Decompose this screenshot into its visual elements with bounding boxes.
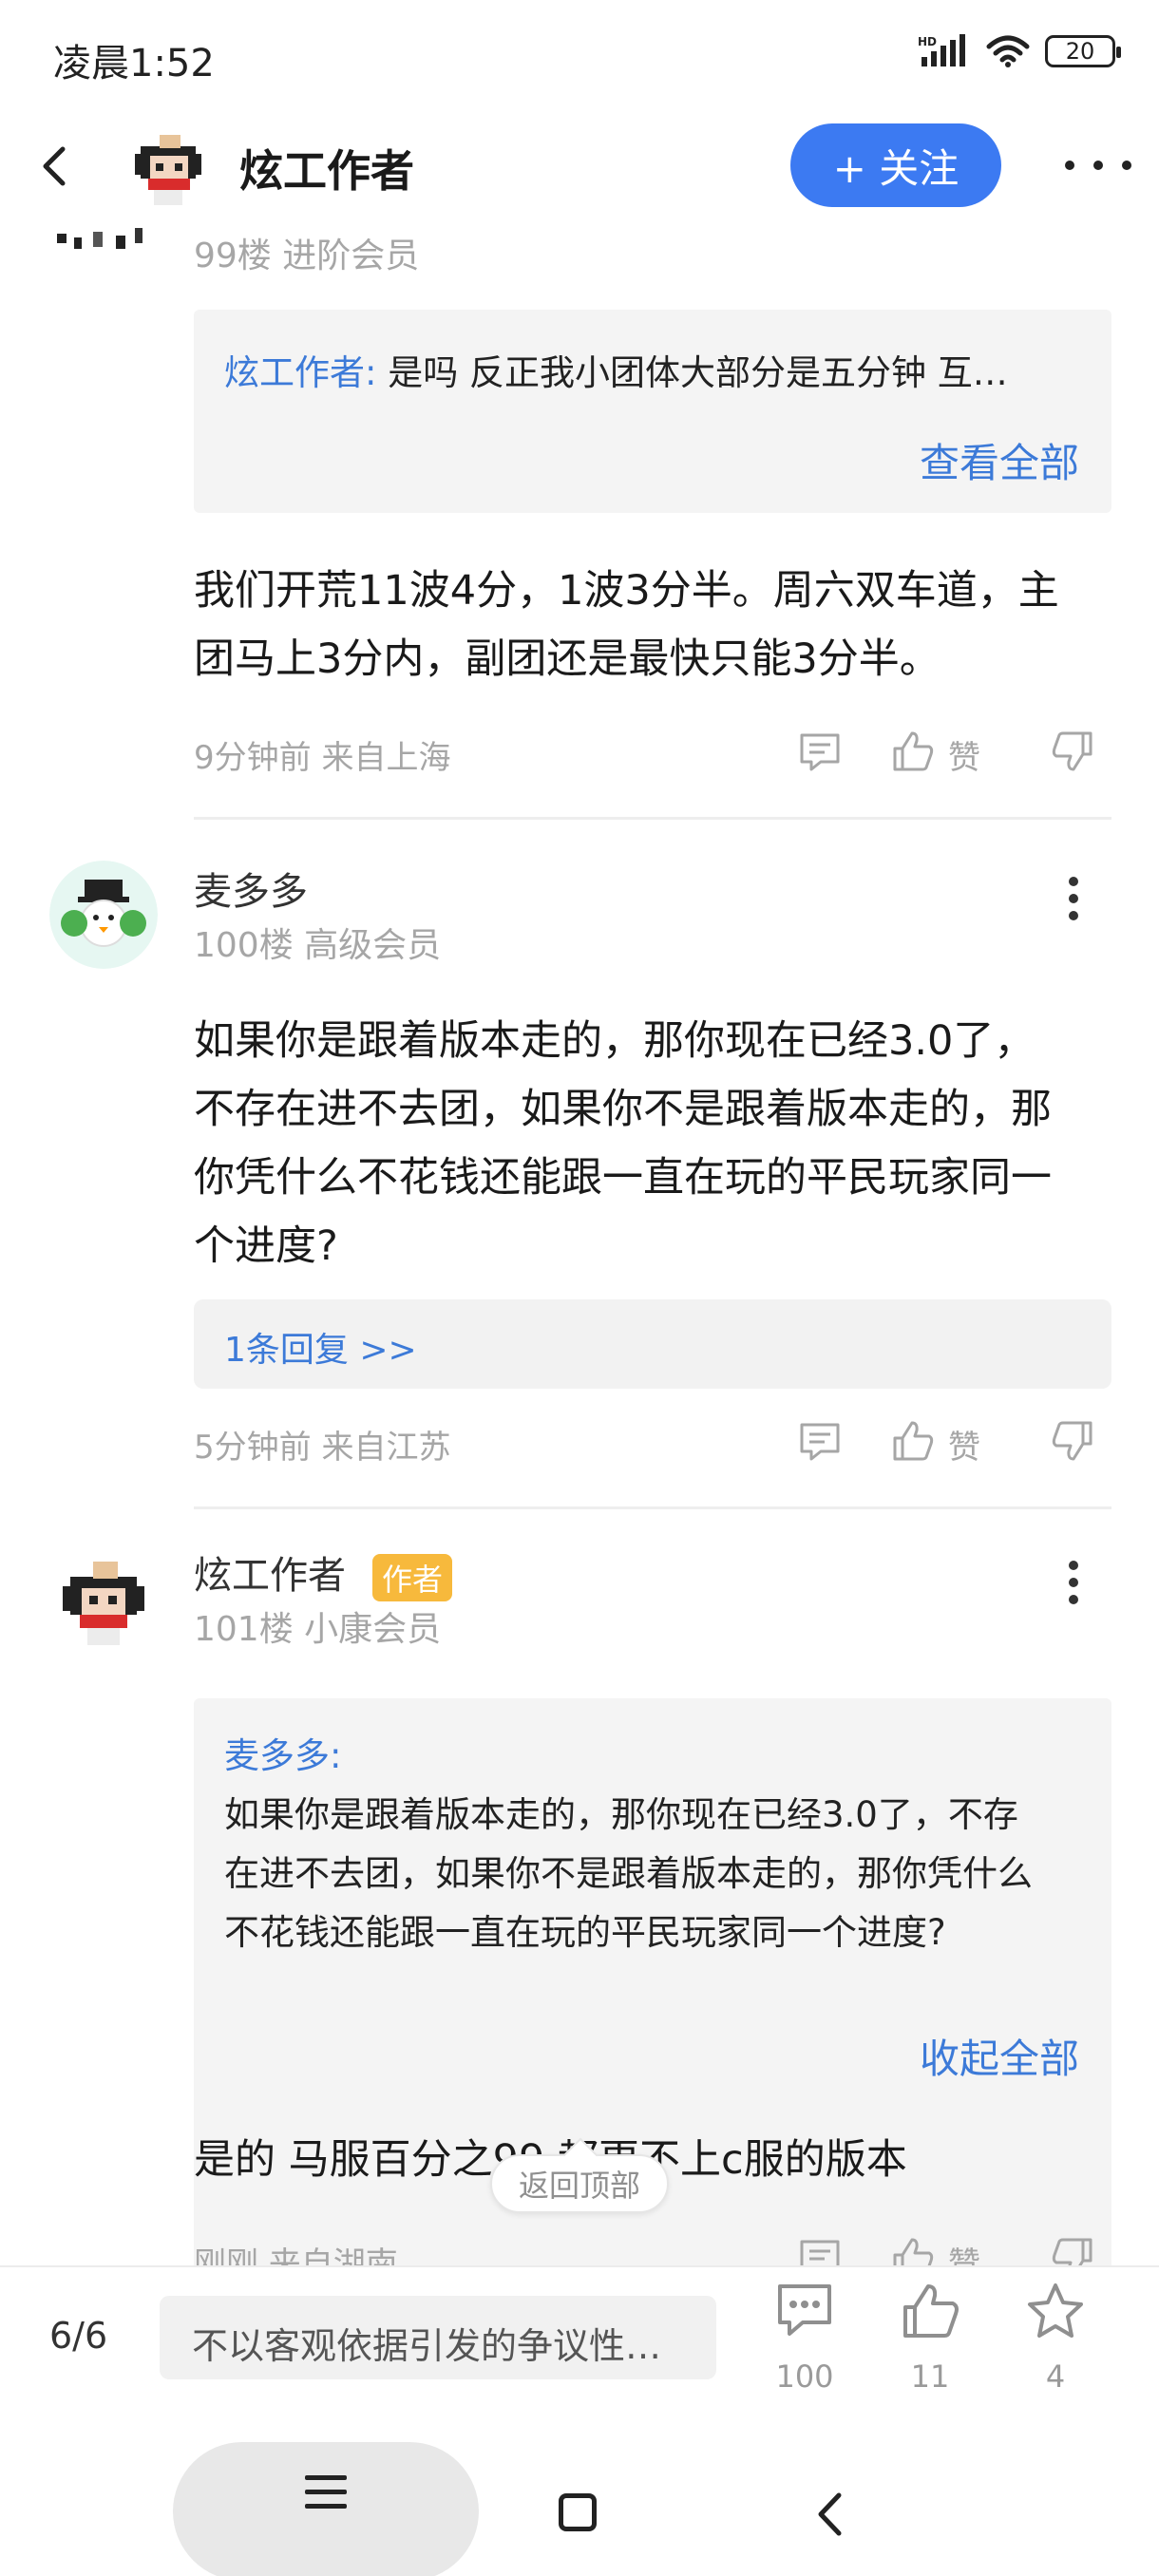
status-icons: HD 20 xyxy=(918,34,1121,68)
comment-time: 5分钟前 来自江苏 xyxy=(194,1429,451,1467)
chevron-left-icon xyxy=(43,146,66,186)
comments-list[interactable]: 99楼 进阶会员 炫工作者: 是吗 反正我小团体大部分是五分钟 互… 查看全部 … xyxy=(0,218,1159,2265)
more-vertical-button[interactable] xyxy=(1054,870,1092,927)
avatar xyxy=(57,228,142,249)
bottom-toolbar: 6/6 不以客观依据引发的争议性… 100 11 4 xyxy=(0,2265,1159,2408)
thread-header: 炫工作者 + 关注 xyxy=(0,114,1159,218)
reply-icon[interactable] xyxy=(798,729,842,773)
floor-meta: 100楼 高级会员 xyxy=(194,926,442,965)
more-vertical-icon xyxy=(1069,877,1078,920)
comment-footer: 5分钟前 来自江苏 赞 xyxy=(194,1413,1112,1470)
comment-footer: 9分钟前 来自上海 赞 xyxy=(194,724,1112,781)
like-button[interactable]: 11 xyxy=(878,2281,982,2404)
system-nav-bar xyxy=(0,2408,1159,2576)
divider xyxy=(194,1506,1112,1509)
collapse-button[interactable]: 收起全部 xyxy=(920,2027,1079,2085)
divider xyxy=(194,817,1112,820)
user-name[interactable]: 麦多多 xyxy=(194,861,308,916)
likes-count: 11 xyxy=(910,2358,950,2395)
comments-button[interactable]: 100 xyxy=(752,2281,857,2404)
reply-icon[interactable] xyxy=(798,1419,842,1463)
more-horizontal-icon xyxy=(1065,161,1131,170)
quoted-text: 麦多多: 如果你是跟着版本走的，那你现在已经3.0了，不存 在进不去团，如果你不… xyxy=(224,1727,1079,1962)
user-name[interactable]: 炫工作者 xyxy=(194,1544,346,1600)
home-button[interactable] xyxy=(559,2493,597,2531)
follow-button[interactable]: + 关注 xyxy=(790,123,1001,207)
comment-icon xyxy=(778,2284,831,2336)
signal-icon: HD xyxy=(918,34,965,66)
back-to-top-button[interactable]: 返回顶部 xyxy=(490,2154,669,2213)
pixel-character-icon xyxy=(135,135,201,205)
more-vertical-button[interactable] xyxy=(1054,1554,1092,1611)
comment-line: 如果你是跟着版本走的，那你现在已经3.0了， xyxy=(194,1017,1036,1065)
more-options-button[interactable] xyxy=(1062,146,1134,184)
page-indicator[interactable]: 6/6 xyxy=(49,2315,107,2357)
wifi-icon xyxy=(986,35,1030,67)
floor-meta: 99楼 进阶会员 xyxy=(194,237,420,275)
comment-input[interactable]: 不以客观依据引发的争议性… xyxy=(160,2296,716,2379)
quote-author: 炫工作者: xyxy=(224,352,377,393)
quoted-text: 炫工作者: 是吗 反正我小团体大部分是五分钟 互… xyxy=(224,344,1079,395)
star-icon xyxy=(1028,2283,1083,2338)
view-replies-button[interactable]: 1条回复 >> xyxy=(194,1299,1112,1389)
comment-line: 不存在进不去团，如果你不是跟着版本走的，那 xyxy=(194,1086,1052,1133)
thumbs-down-icon[interactable] xyxy=(1051,729,1094,773)
more-vertical-icon xyxy=(1069,1561,1078,1604)
quote-line: 不花钱还能跟一直在玩的平民玩家同一个进度? xyxy=(224,1912,946,1953)
quoted-reply[interactable]: 炫工作者: 是吗 反正我小团体大部分是五分钟 互… 查看全部 xyxy=(194,310,1112,513)
recent-apps-button[interactable] xyxy=(173,2442,479,2576)
page-title: 炫工作者 xyxy=(239,145,414,197)
back-button[interactable] xyxy=(28,141,80,192)
avatar[interactable] xyxy=(49,861,158,969)
quote-content: 是吗 反正我小团体大部分是五分钟 互… xyxy=(376,352,1008,393)
like-label[interactable]: 赞 xyxy=(948,1421,980,1468)
battery-level: 20 xyxy=(1065,38,1095,65)
comment-body: 如果你是跟着版本走的，那你现在已经3.0了， 不存在进不去团，如果你不是跟着版本… xyxy=(194,1007,1106,1280)
comment-time: 9分钟前 来自上海 xyxy=(194,739,451,777)
floor-meta: 101楼 小康会员 xyxy=(194,1610,442,1649)
battery-icon: 20 xyxy=(1045,35,1121,67)
thumbs-up-icon[interactable] xyxy=(891,2236,935,2265)
thumbs-up-icon[interactable] xyxy=(891,729,935,773)
favorite-button[interactable]: 4 xyxy=(1003,2281,1108,2404)
view-all-button[interactable]: 查看全部 xyxy=(920,431,1079,489)
replies-label: 1条回复 >> xyxy=(224,1331,417,1370)
like-label[interactable]: 赞 xyxy=(948,731,980,778)
favorites-count: 4 xyxy=(1045,2358,1066,2395)
thumbs-down-icon[interactable] xyxy=(1051,2236,1094,2265)
nav-back-icon[interactable] xyxy=(815,2491,844,2537)
quote-author: 麦多多: xyxy=(224,1735,342,1776)
like-label[interactable]: 赞 xyxy=(948,2238,980,2265)
comment-time: 刚刚 来自湖南 xyxy=(194,2245,398,2265)
comment-line: 你凭什么不花钱还能跟一直在玩的平民玩家同一 xyxy=(194,1154,1052,1202)
comment-footer: 刚刚 来自湖南 赞 xyxy=(194,2230,1112,2265)
quote-line: 在进不去团，如果你不是跟着版本走的，那你凭什么 xyxy=(224,1853,1033,1894)
thumbs-down-icon[interactable] xyxy=(1051,1419,1094,1463)
comment-line: 个进度? xyxy=(194,1222,338,1270)
author-badge: 作者 xyxy=(372,1554,453,1601)
network-label: HD xyxy=(918,35,937,48)
status-time: 凌晨1:52 xyxy=(53,42,215,85)
reply-icon[interactable] xyxy=(798,2236,842,2265)
thumbs-up-icon xyxy=(903,2284,959,2338)
comment-line: 团马上3分内，副团还是最快只能3分半。 xyxy=(194,635,940,683)
comments-count: 100 xyxy=(775,2358,834,2395)
quote-line: 如果你是跟着版本走的，那你现在已经3.0了，不存 xyxy=(224,1794,1018,1835)
avatar[interactable] xyxy=(49,1544,158,1653)
menu-icon xyxy=(305,2475,347,2509)
author-avatar[interactable] xyxy=(122,118,217,213)
status-bar: 凌晨1:52 HD 20 xyxy=(0,0,1159,114)
comment-input-placeholder: 不以客观依据引发的争议性… xyxy=(192,2325,662,2367)
comment-body: 我们开荒11波4分，1波3分半。周六双车道，主 团马上3分内，副团还是最快只能3… xyxy=(194,557,1106,693)
thumbs-up-icon[interactable] xyxy=(891,1419,935,1463)
comment-line: 我们开荒11波4分，1波3分半。周六双车道，主 xyxy=(194,567,1059,615)
